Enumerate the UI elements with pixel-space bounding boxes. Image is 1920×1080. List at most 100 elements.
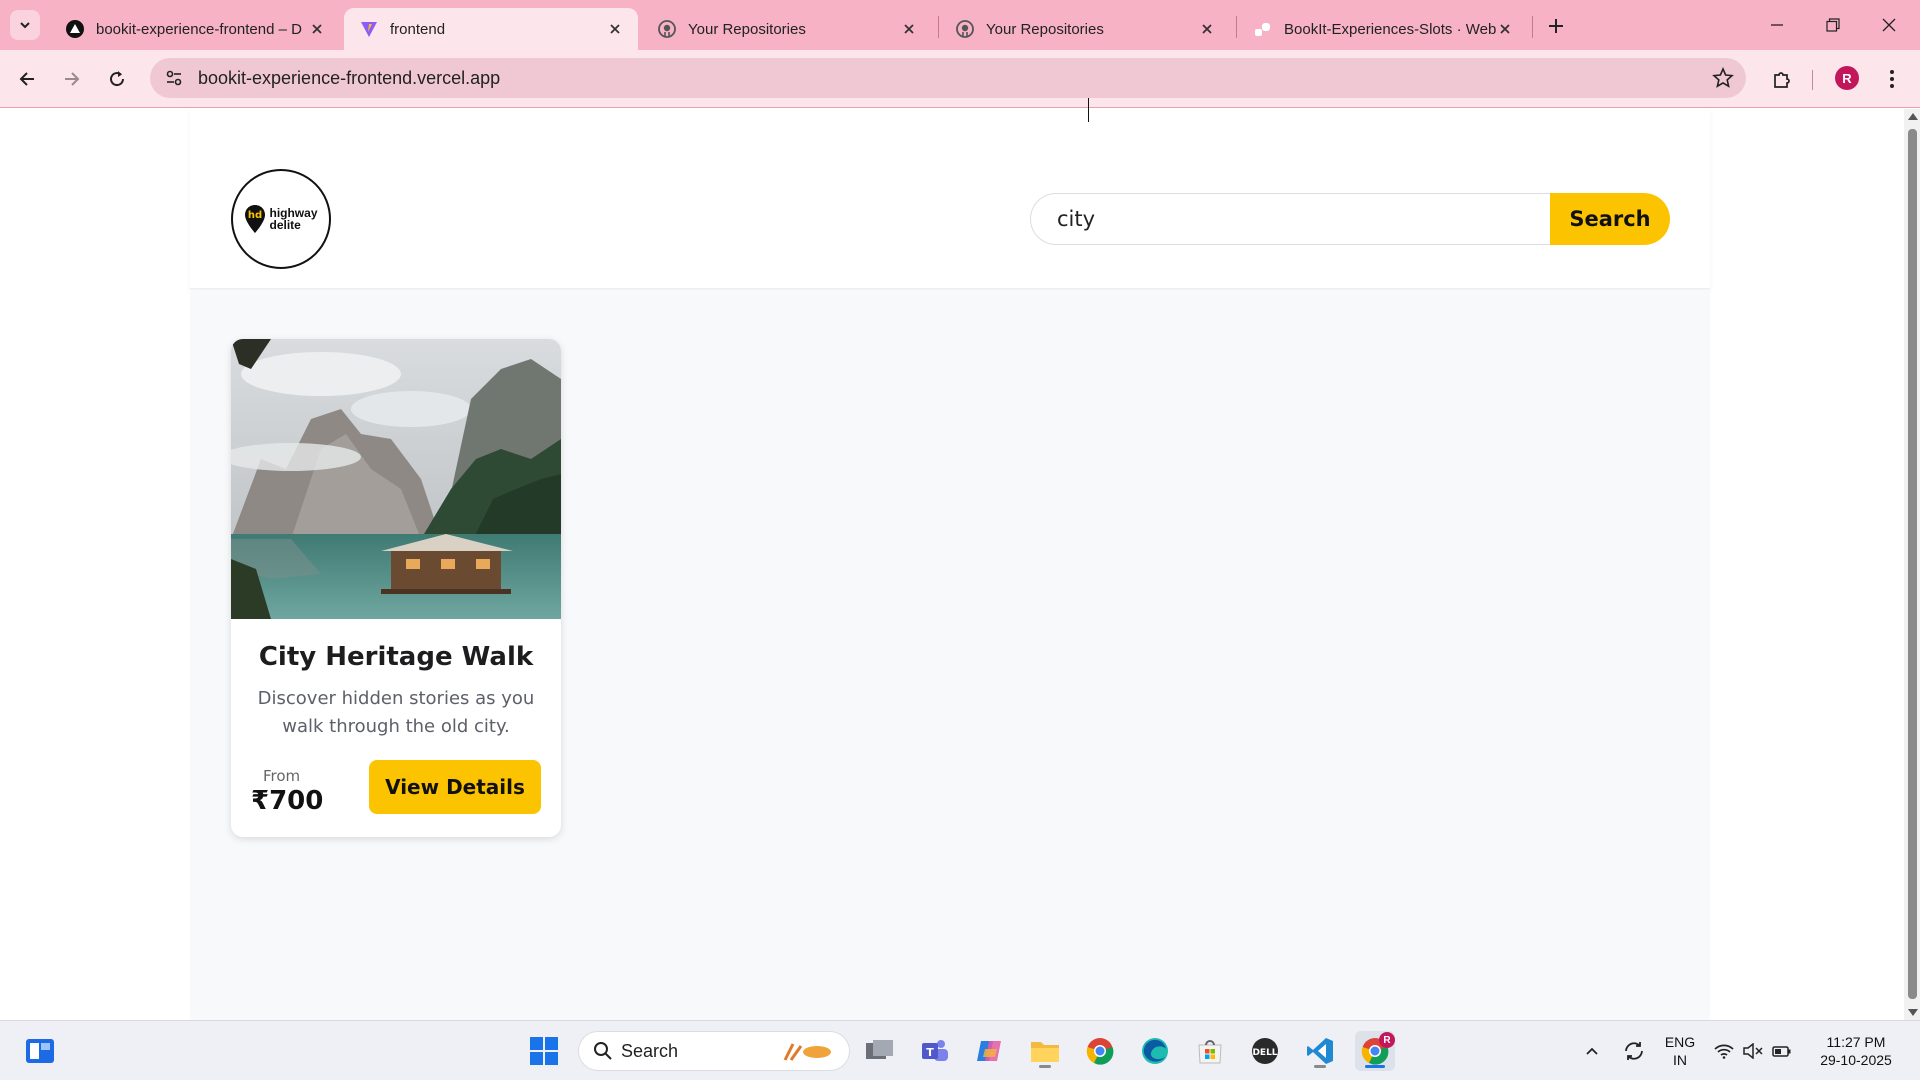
tab-render[interactable]: BookIt-Experiences-Slots · Web xyxy=(1238,8,1528,50)
vscode-button[interactable] xyxy=(1300,1031,1340,1071)
running-indicator xyxy=(1314,1065,1326,1068)
results-area: City Heritage Walk Discover hidden stori… xyxy=(190,290,1710,1020)
tab-strip: bookit-experience-frontend – D frontend … xyxy=(0,0,1920,50)
quick-settings-button[interactable] xyxy=(1708,1031,1798,1071)
battery-icon xyxy=(1772,1046,1791,1057)
folder-icon xyxy=(1031,1042,1059,1062)
tab-search-button[interactable] xyxy=(10,10,40,40)
render-icon xyxy=(1254,20,1272,38)
edge-button[interactable] xyxy=(1135,1031,1175,1071)
profile-avatar[interactable]: R xyxy=(1835,66,1859,90)
arrow-left-icon xyxy=(19,72,34,86)
tab-title: bookit-experience-frontend – D xyxy=(96,20,302,38)
arrow-right-icon xyxy=(65,72,80,86)
dell-button[interactable]: DELL xyxy=(1245,1031,1285,1071)
minimize-icon xyxy=(1771,24,1783,26)
page-scrollbar[interactable] xyxy=(1904,109,1920,1020)
chevron-up-icon xyxy=(1586,1047,1598,1055)
forward-button[interactable] xyxy=(56,63,88,95)
url-text[interactable]: bookit-experience-frontend.vercel.app xyxy=(198,68,500,89)
chrome-pinned-button[interactable] xyxy=(1080,1031,1120,1071)
close-icon[interactable] xyxy=(1198,20,1216,38)
tab-separator xyxy=(938,16,939,38)
store-icon xyxy=(1198,1040,1222,1064)
chrome-menu-button[interactable] xyxy=(1880,63,1904,95)
view-details-button[interactable]: View Details xyxy=(369,760,541,814)
clock-time: 11:27 PM xyxy=(1826,1034,1886,1050)
teams-button[interactable]: T xyxy=(915,1031,955,1071)
page-viewport: hd highway delite Search xyxy=(0,109,1904,1020)
teams-icon: T xyxy=(922,1040,948,1061)
restore-button[interactable] xyxy=(1810,8,1856,42)
extensions-button[interactable] xyxy=(1766,63,1798,95)
price-from-label: From xyxy=(263,767,301,785)
chrome-profile-badge: R xyxy=(1379,1032,1395,1048)
address-bar[interactable]: bookit-experience-frontend.vercel.app xyxy=(150,58,1746,98)
widgets-button[interactable] xyxy=(20,1031,60,1071)
microsoft-store-button[interactable] xyxy=(1190,1031,1230,1071)
reload-icon xyxy=(110,71,125,87)
experience-card: City Heritage Walk Discover hidden stori… xyxy=(231,339,561,837)
scroll-thumb[interactable] xyxy=(1908,129,1917,999)
copilot-button[interactable] xyxy=(970,1031,1010,1071)
tab-separator xyxy=(1236,16,1237,38)
back-button[interactable] xyxy=(11,63,43,95)
github-icon xyxy=(658,20,676,38)
show-hidden-icons-button[interactable] xyxy=(1572,1031,1612,1071)
minimize-button[interactable] xyxy=(1754,8,1800,42)
browser-toolbar: bookit-experience-frontend.vercel.app xyxy=(0,50,1920,108)
tab-github-2[interactable]: Your Repositories xyxy=(940,8,1230,50)
close-icon[interactable] xyxy=(900,20,918,38)
tab-frontend[interactable]: frontend xyxy=(344,8,638,50)
site-info-icon[interactable] xyxy=(154,58,194,98)
bookmark-star-icon[interactable] xyxy=(1712,67,1734,89)
close-window-button[interactable] xyxy=(1866,8,1912,42)
search-button[interactable]: Search xyxy=(1550,193,1670,245)
vite-icon xyxy=(360,20,378,38)
close-icon[interactable] xyxy=(606,20,624,38)
logo-text-line2: delite xyxy=(269,218,301,232)
search-input[interactable] xyxy=(1030,193,1560,245)
new-tab-button[interactable] xyxy=(1542,12,1570,40)
github-icon xyxy=(956,20,974,38)
dell-icon: DELL xyxy=(1252,1038,1278,1064)
tab-title: Your Repositories xyxy=(986,20,1104,38)
mountain-lake-cabin-photo[interactable] xyxy=(231,339,561,619)
task-view-icon xyxy=(866,1040,893,1059)
close-icon[interactable] xyxy=(308,20,326,38)
widgets-icon xyxy=(26,1039,54,1063)
tab-vercel[interactable]: bookit-experience-frontend – D xyxy=(50,8,340,50)
text-caret xyxy=(1088,98,1089,122)
more-vertical-icon xyxy=(1890,70,1894,88)
tab-title: frontend xyxy=(390,20,446,38)
sync-button[interactable] xyxy=(1614,1031,1654,1071)
close-icon[interactable] xyxy=(1496,20,1514,38)
highway-delite-logo[interactable]: hd highway delite xyxy=(231,169,331,269)
map-pin-icon: hd xyxy=(244,204,266,234)
task-view-button[interactable] xyxy=(860,1031,900,1071)
svg-text:T: T xyxy=(926,1046,934,1059)
reload-button[interactable] xyxy=(101,63,133,95)
taskbar-search-label: Search xyxy=(621,1040,679,1061)
tab-github-1[interactable]: Your Repositories xyxy=(642,8,932,50)
wifi-icon xyxy=(1714,1044,1734,1059)
logo-badge: hd xyxy=(248,210,262,221)
svg-text:DELL: DELL xyxy=(1252,1048,1277,1058)
vercel-triangle-icon xyxy=(66,20,84,38)
search-form: Search xyxy=(1030,193,1670,245)
input-language[interactable]: ENG IN xyxy=(1660,1033,1700,1069)
scroll-down-arrow-icon[interactable] xyxy=(1908,1009,1918,1016)
close-icon xyxy=(1882,18,1896,32)
start-button[interactable] xyxy=(524,1031,564,1071)
puzzle-icon xyxy=(1774,72,1790,88)
taskbar-search-box[interactable]: Search xyxy=(578,1031,850,1071)
scroll-up-arrow-icon[interactable] xyxy=(1908,113,1918,120)
file-explorer-button[interactable] xyxy=(1025,1031,1065,1071)
plus-icon xyxy=(1549,19,1563,33)
search-icon xyxy=(594,1042,612,1060)
chrome-active-button[interactable]: R xyxy=(1355,1031,1395,1071)
windows-taskbar: Search T DELL R ENG IN 11:27 PM 29-10-20… xyxy=(0,1020,1920,1080)
clock[interactable]: 11:27 PM 29-10-2025 xyxy=(1808,1033,1904,1069)
restore-icon xyxy=(1826,18,1840,32)
vscode-icon xyxy=(1307,1038,1333,1064)
